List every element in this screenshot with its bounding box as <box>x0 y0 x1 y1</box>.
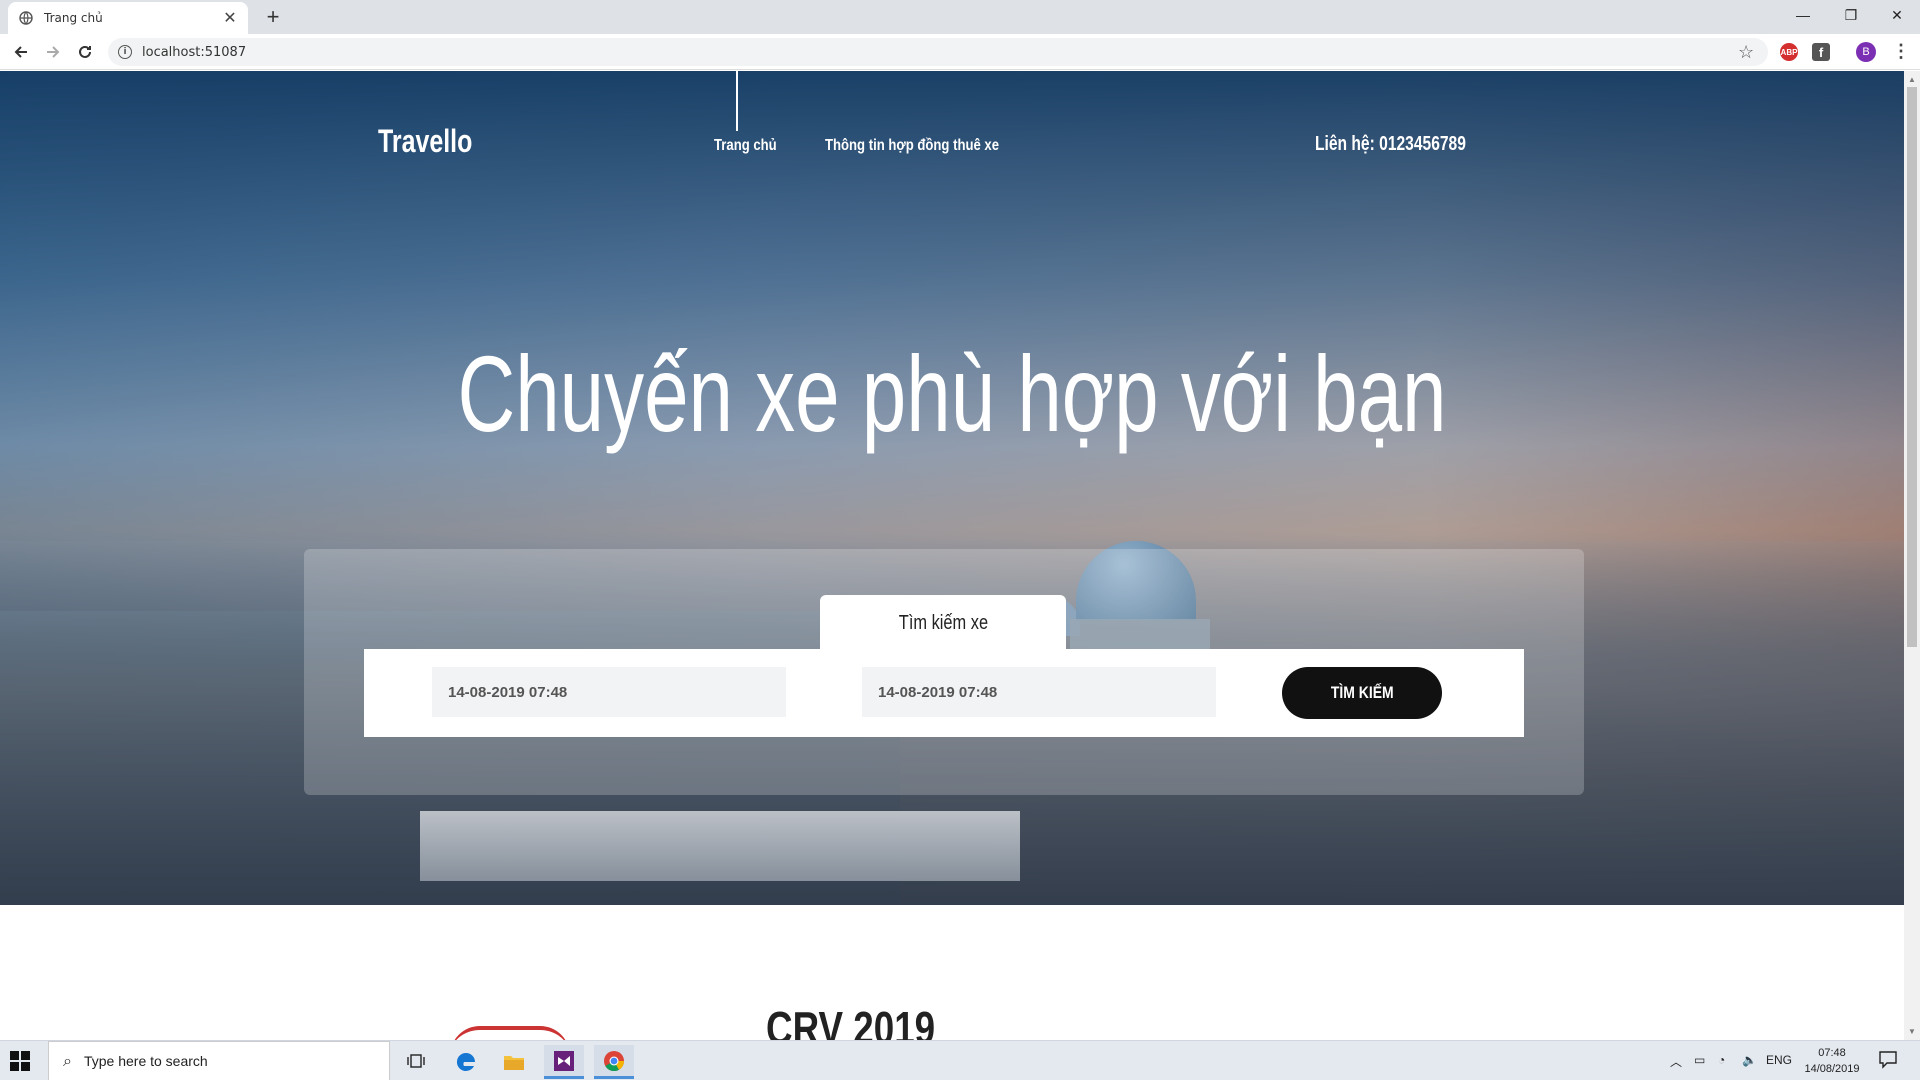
hero-section: Travello Trang chủ Thông tin hợp đồng th… <box>0 71 1904 905</box>
search-tab[interactable]: Tìm kiếm xe <box>820 595 1066 651</box>
taskbar-search-placeholder: Type here to search <box>83 1053 208 1069</box>
volume-icon[interactable]: 🔈 <box>1742 1053 1757 1067</box>
globe-icon <box>18 10 34 26</box>
site-info-icon[interactable]: i <box>118 45 132 59</box>
restore-icon[interactable]: ❐ <box>1828 0 1874 30</box>
browser-tab-bar: Trang chủ ✕ + — ❐ ✕ <box>0 0 1920 34</box>
car-title: CRV 2019 <box>766 1002 936 1040</box>
site-logo[interactable]: Travello <box>378 123 472 160</box>
battery-icon[interactable]: ▭ <box>1694 1053 1705 1067</box>
wifi-icon[interactable]: ◔ <box>1718 1053 1725 1067</box>
address-bar[interactable]: i localhost:51087 <box>108 38 1768 66</box>
adblock-extension-icon[interactable]: ABP <box>1780 43 1798 61</box>
clock-date: 14/08/2019 <box>1804 1063 1860 1075</box>
nav-link-home[interactable]: Trang chủ <box>714 137 777 155</box>
bookmark-star-icon[interactable]: ☆ <box>1738 42 1754 63</box>
page-scrollbar[interactable]: ▲ ▼ <box>1904 71 1920 1040</box>
edge-browser-icon[interactable] <box>446 1045 486 1079</box>
minimize-icon[interactable]: — <box>1780 0 1826 30</box>
scroll-thumb[interactable] <box>1907 87 1917 647</box>
chrome-icon[interactable] <box>594 1045 634 1079</box>
forward-icon[interactable] <box>42 41 64 63</box>
search-tab-label: Tìm kiếm xe <box>898 611 988 634</box>
hero-background-building <box>420 811 1020 881</box>
clock-time: 07:48 <box>1818 1047 1846 1059</box>
page-viewport: Travello Trang chủ Thông tin hợp đồng th… <box>0 71 1904 1040</box>
browser-toolbar: i localhost:51087 ☆ ABP f B ⋮ <box>0 34 1920 70</box>
reload-icon[interactable] <box>74 41 96 63</box>
nav-active-indicator <box>736 71 738 131</box>
search-form: TÌM KIẾM <box>364 649 1524 737</box>
profile-avatar[interactable]: B <box>1856 42 1876 62</box>
search-button-label: TÌM KIẾM <box>1330 683 1394 702</box>
windows-start-icon[interactable] <box>10 1051 30 1071</box>
date-from-input[interactable] <box>432 667 786 717</box>
taskbar-clock[interactable]: 07:48 14/08/2019 <box>1796 1045 1868 1077</box>
hero-headline: Chuyến xe phù hợp với bạn <box>457 333 1447 454</box>
browser-menu-icon[interactable]: ⋮ <box>1892 41 1910 62</box>
date-to-input[interactable] <box>862 667 1216 717</box>
browser-tab[interactable]: Trang chủ ✕ <box>8 2 248 34</box>
language-indicator[interactable]: ENG <box>1766 1053 1792 1067</box>
search-button[interactable]: TÌM KIẾM <box>1282 667 1442 719</box>
tab-title: Trang chủ <box>44 11 103 25</box>
visual-studio-icon[interactable] <box>544 1045 584 1079</box>
scroll-down-arrow-icon[interactable]: ▼ <box>1908 1027 1916 1036</box>
tray-overflow-icon[interactable]: ︿ <box>1670 1053 1682 1070</box>
file-explorer-icon[interactable] <box>494 1045 534 1079</box>
window-close-icon[interactable]: ✕ <box>1874 0 1920 30</box>
search-icon: ⌕ <box>63 1051 72 1070</box>
car-image <box>450 1026 570 1040</box>
facebook-extension-icon[interactable]: f <box>1812 43 1830 61</box>
windows-taskbar: ⌕ Type here to search ︿ ▭ ◔ 🔈 ENG 07:48 … <box>0 1040 1920 1080</box>
new-tab-button[interactable]: + <box>260 4 286 30</box>
task-view-icon[interactable] <box>396 1045 436 1079</box>
back-icon[interactable] <box>10 41 32 63</box>
nav-link-contracts[interactable]: Thông tin hợp đồng thuê xe <box>825 137 999 155</box>
url-text: localhost:51087 <box>142 44 247 60</box>
taskbar-search-box[interactable]: ⌕ Type here to search <box>48 1041 390 1080</box>
notification-icon[interactable] <box>1878 1049 1900 1071</box>
contact-phone: Liên hệ: 0123456789 <box>1315 133 1466 155</box>
close-tab-icon[interactable]: ✕ <box>222 8 238 28</box>
scroll-up-arrow-icon[interactable]: ▲ <box>1908 75 1916 84</box>
